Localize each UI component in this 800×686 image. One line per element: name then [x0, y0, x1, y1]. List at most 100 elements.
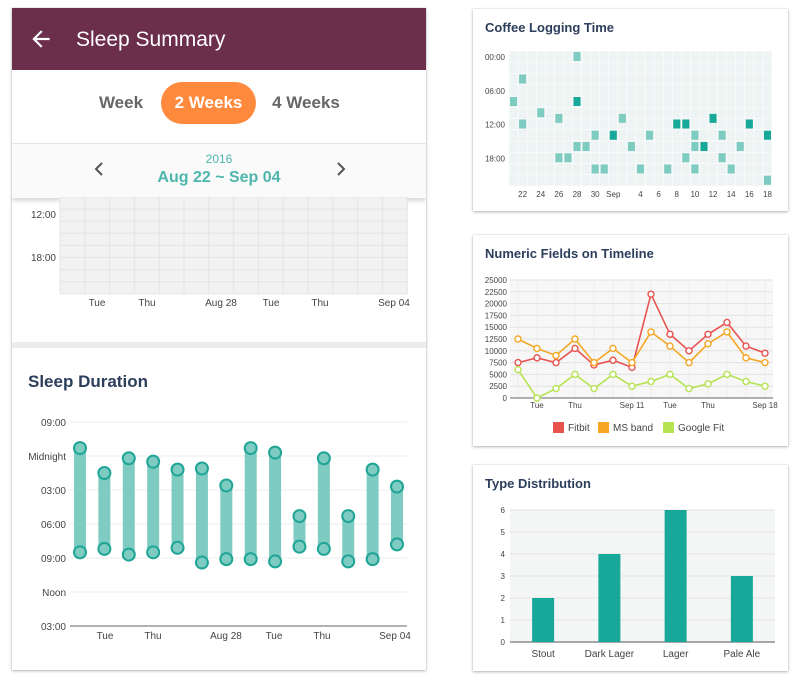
x-tick-label: Tue — [97, 631, 114, 642]
y-tick-label: 12500 — [485, 335, 508, 344]
x-tick-label: Sep 11 — [620, 401, 645, 410]
bedtime-point — [146, 454, 161, 469]
data-point — [742, 342, 750, 350]
bar — [730, 576, 753, 642]
x-tick-label: Thu — [138, 298, 155, 309]
data-point — [514, 365, 522, 374]
tab-week[interactable]: Week — [90, 82, 152, 124]
bar — [664, 510, 687, 642]
y-tick-label: 03:00 — [41, 622, 66, 633]
wake-point — [316, 541, 331, 556]
y-tick-label: 1 — [501, 616, 506, 625]
x-tick-label: Stout — [531, 649, 555, 660]
x-tick-label: 16 — [745, 190, 754, 199]
y-tick-label: Midnight — [28, 452, 66, 463]
bedtime-point — [194, 461, 209, 476]
y-tick-label: 06:00 — [41, 520, 66, 531]
heat-cell — [736, 142, 744, 151]
x-tick-label: Sep 18 — [752, 401, 778, 410]
heat-cell — [709, 113, 717, 123]
y-tick-label: 7500 — [489, 359, 507, 368]
heat-cell — [537, 108, 545, 118]
data-point — [647, 377, 655, 386]
x-tick-label: 22 — [518, 190, 527, 199]
x-tick-label: Pale Ale — [724, 649, 761, 660]
data-point — [704, 330, 712, 338]
data-point — [552, 351, 560, 360]
y-tick-label: 18:00 — [485, 154, 506, 163]
heat-cell — [691, 142, 699, 151]
chevron-right-icon[interactable] — [334, 161, 348, 177]
data-point — [609, 344, 617, 353]
y-tick-label: 15000 — [485, 323, 508, 332]
data-point — [704, 380, 712, 388]
tab-4-weeks[interactable]: 4 Weeks — [264, 82, 348, 124]
y-tick-label: 25000 — [485, 276, 508, 285]
heat-cell — [519, 74, 527, 84]
bedtime-point — [365, 462, 380, 477]
bedtime-point — [341, 509, 356, 524]
sleep-duration-chart: 09:00 Midnight 03:00 06:00 09:00 Noon 03:00 Tu… — [28, 418, 411, 642]
bedtime-point — [170, 462, 185, 477]
data-point — [685, 358, 693, 367]
type-bar-chart: 0 1 2 3 4 5 6 Stout Dark Lager Lager Pale Ale — [501, 506, 775, 660]
data-point — [609, 356, 617, 364]
x-tick-label: 24 — [536, 190, 545, 199]
y-tick-label: 2 — [501, 594, 506, 603]
wake-point — [365, 552, 380, 567]
x-tick-label: Thu — [313, 631, 330, 642]
x-tick-label: Sep 04 — [378, 298, 410, 309]
heat-cell — [510, 97, 518, 106]
data-point — [647, 290, 655, 298]
heat-cell — [609, 130, 617, 140]
y-tick-label: 09:00 — [41, 418, 66, 429]
x-tick-label: Sep — [606, 190, 621, 199]
date-navigator: 2016 Aug 22 ~ Sep 04 — [12, 143, 426, 198]
data-point — [571, 370, 579, 379]
bedtime-point — [219, 478, 234, 493]
y-tick-label: 12:00 — [31, 210, 56, 221]
data-point — [685, 384, 693, 393]
sleep-bar — [317, 458, 330, 549]
data-point — [514, 335, 522, 343]
heat-cell — [763, 175, 771, 185]
coffee-heatmap: 00:00 06:00 12:00 18:00 22 24 26 28 30 Sep 4 6 8 10 12… — [485, 50, 772, 199]
bedtime-point — [316, 451, 331, 466]
y-tick-label: 5 — [501, 528, 506, 537]
back-arrow-icon[interactable] — [28, 26, 54, 52]
app-bar: Sleep Summary — [12, 8, 426, 70]
y-tick-label: 22500 — [485, 288, 508, 297]
sleep-bar — [391, 486, 403, 545]
data-point — [742, 377, 750, 386]
data-point — [761, 382, 769, 390]
x-tick-label: Tue — [263, 298, 280, 309]
data-point — [742, 354, 750, 362]
y-tick-label: 5000 — [489, 370, 507, 379]
heat-cell — [682, 153, 690, 163]
type-distribution-card: Type Distribution 0 1 2 3 4 5 6 Stout Dark Lager… — [473, 465, 788, 671]
x-tick-label: 14 — [727, 190, 736, 199]
legend-swatch — [598, 422, 609, 433]
data-point — [723, 318, 731, 327]
sleep-bar — [122, 458, 135, 555]
wake-point — [268, 554, 283, 569]
x-tick-label: 12 — [709, 190, 718, 199]
wake-point — [390, 537, 404, 552]
heat-cell — [727, 164, 735, 174]
data-point — [590, 358, 598, 367]
sleep-bar — [269, 452, 282, 562]
y-tick-label: 2500 — [489, 382, 507, 391]
data-point — [761, 358, 769, 367]
y-tick-label: 18:00 — [31, 253, 56, 264]
bedtime-point — [390, 479, 404, 494]
wake-point — [121, 547, 136, 562]
heat-cell — [573, 52, 581, 61]
legend-label: Google Fit — [678, 423, 724, 434]
y-tick-label: 00:00 — [485, 53, 506, 62]
heat-cell — [691, 164, 699, 174]
x-tick-label: Tue — [530, 401, 544, 410]
bedtime-point — [73, 441, 87, 456]
x-tick-label: Tue — [266, 631, 283, 642]
tab-2-weeks[interactable]: 2 Weeks — [161, 82, 256, 124]
x-tick-label: Aug 28 — [205, 298, 237, 309]
